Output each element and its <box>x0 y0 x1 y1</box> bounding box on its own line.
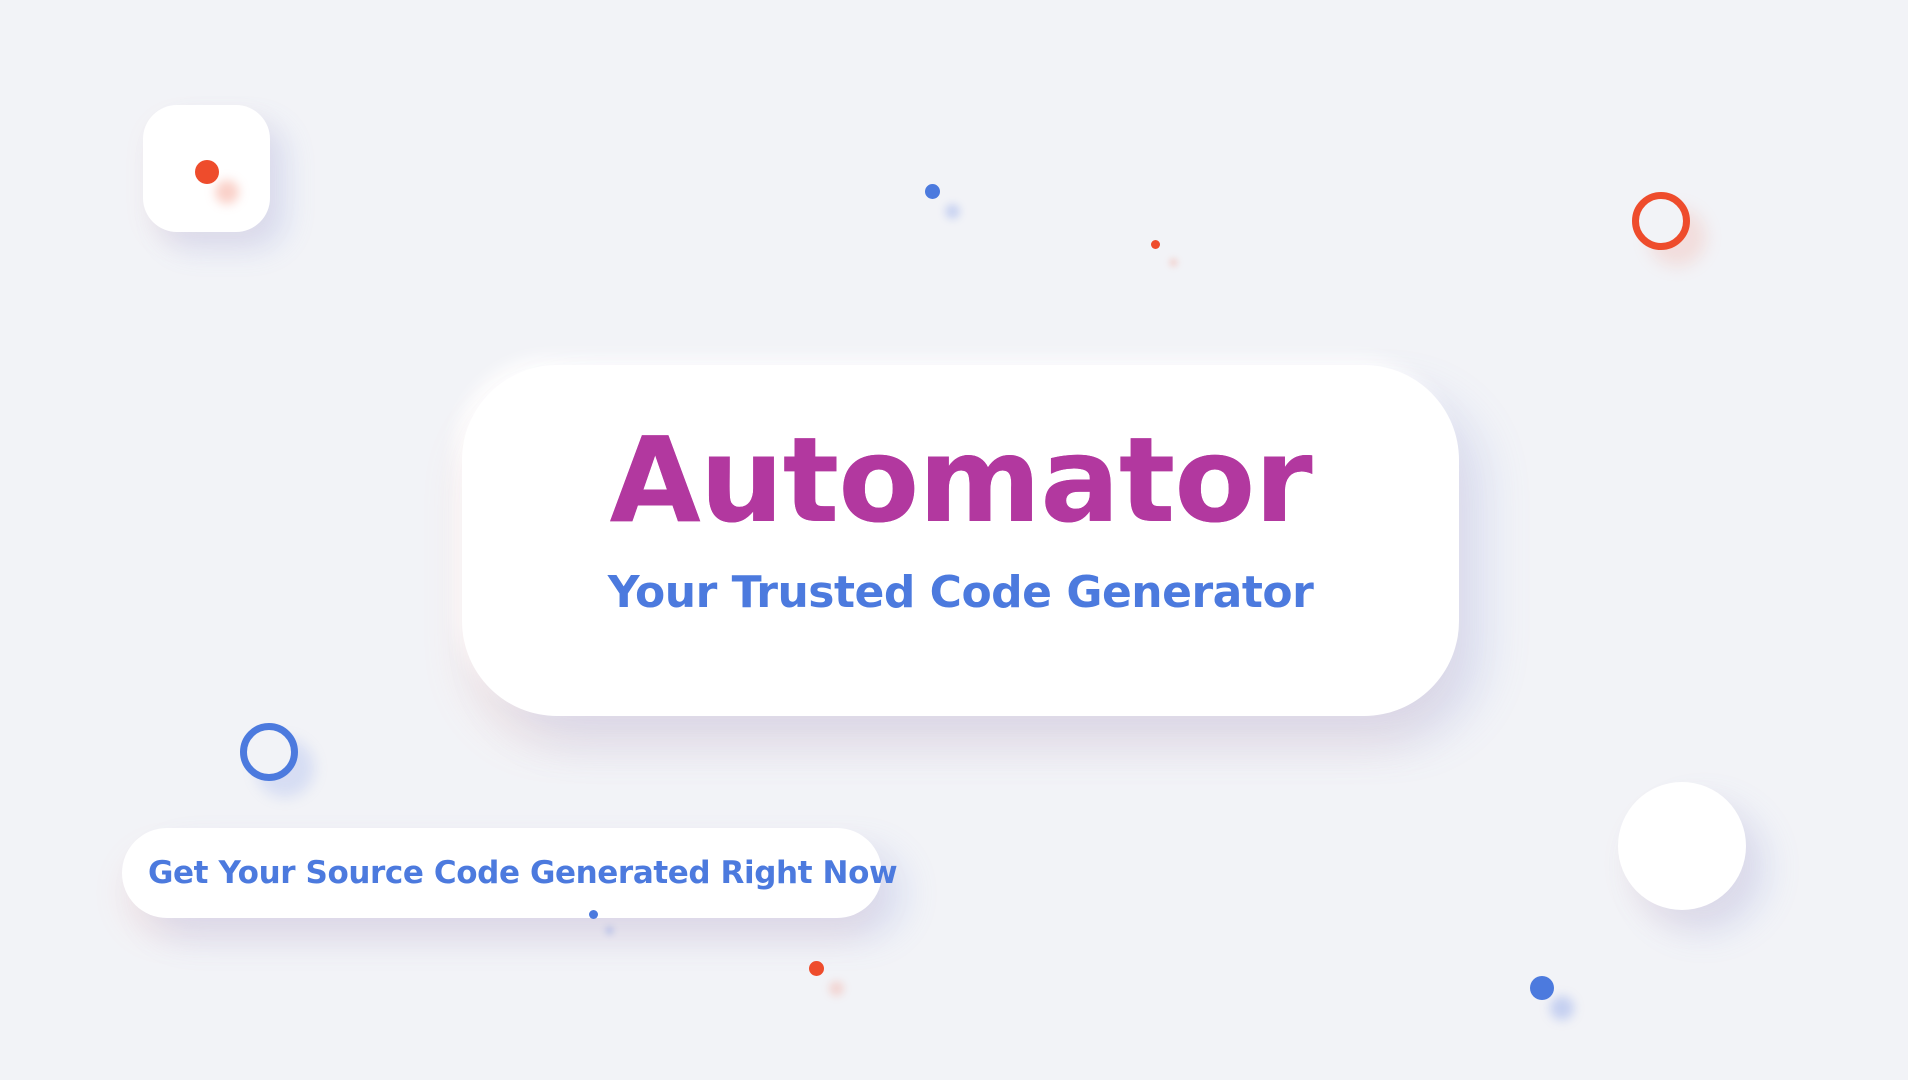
generate-code-button-label: Get Your Source Code Generated Right Now <box>148 854 898 891</box>
decorative-white-circle <box>1618 782 1746 910</box>
generate-code-button[interactable]: Get Your Source Code Generated Right Now <box>122 828 898 918</box>
blue-dot-decoration <box>925 184 940 199</box>
red-dot-decoration <box>195 160 219 184</box>
hero-subtitle: Your Trusted Code Generator <box>607 567 1314 618</box>
blue-dot-decoration <box>589 910 598 919</box>
hero-scene: Automator Your Trusted Code Generator Ge… <box>0 0 1908 1080</box>
hero-card: Automator Your Trusted Code Generator <box>462 365 1459 716</box>
red-ring-decoration <box>1632 192 1690 250</box>
blue-dot-decoration <box>1530 976 1554 1000</box>
hero-title: Automator <box>462 421 1459 539</box>
blue-ring-decoration <box>240 723 298 781</box>
red-dot-decoration <box>1151 240 1160 249</box>
red-dot-decoration <box>809 961 824 976</box>
